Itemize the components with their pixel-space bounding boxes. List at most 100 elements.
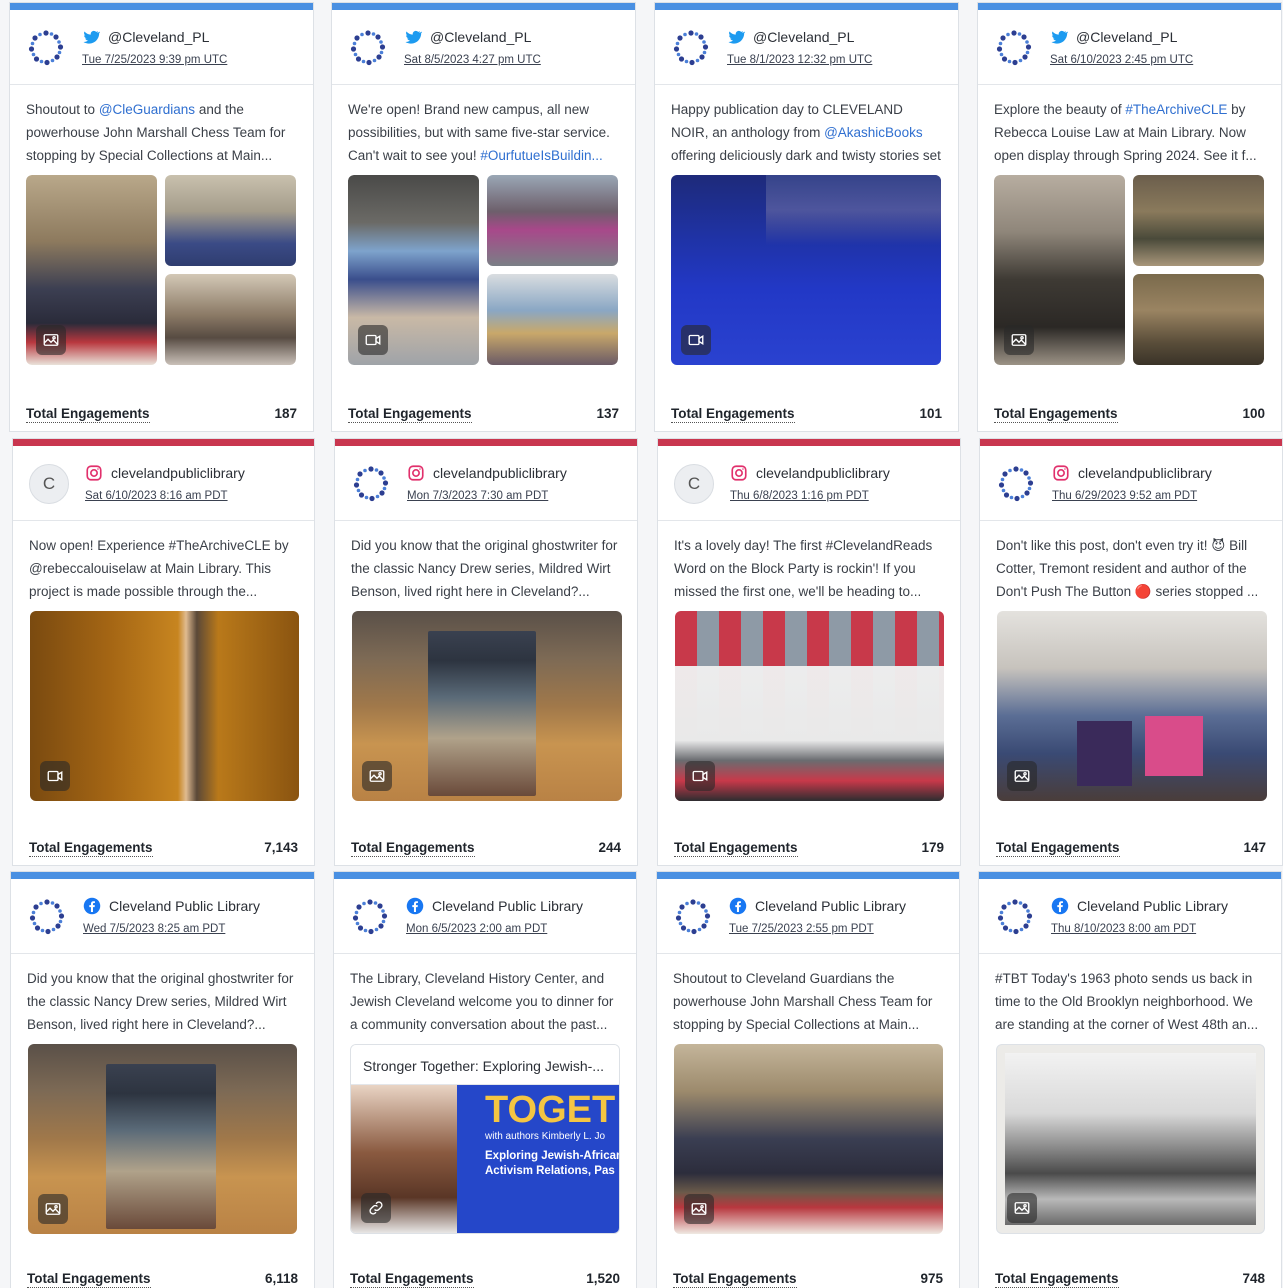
- post-card[interactable]: Cleveland Public Library Wed 7/5/2023 8:…: [10, 871, 315, 1288]
- photo-hanging-flowers[interactable]: [1133, 274, 1264, 365]
- account-handle[interactable]: Cleveland Public Library: [755, 898, 906, 914]
- post-date-link[interactable]: Mon 6/5/2023 2:00 am PDT: [406, 923, 547, 935]
- account-handle[interactable]: clevelandpubliclibrary: [756, 465, 890, 481]
- post-date-link[interactable]: Sat 8/5/2023 4:27 pm UTC: [404, 54, 541, 66]
- library-logo-avatar[interactable]: [350, 897, 390, 937]
- engagements-value: 244: [598, 840, 621, 855]
- library-logo-avatar[interactable]: [26, 28, 66, 68]
- library-logo-avatar[interactable]: [27, 897, 67, 937]
- post-card[interactable]: clevelandpubliclibrary Thu 6/29/2023 9:5…: [979, 438, 1283, 866]
- mention-link[interactable]: @CleGuardians: [99, 102, 195, 117]
- post-text: Happy publication day to CLEVELAND NOIR,…: [671, 102, 941, 163]
- post-card[interactable]: Cleveland Public Library Mon 6/5/2023 2:…: [333, 871, 637, 1288]
- post-text: We're open! Brand new campus, all new po…: [348, 102, 610, 163]
- post-card[interactable]: clevelandpubliclibrary Mon 7/3/2023 7:30…: [334, 438, 638, 866]
- library-logo-avatar[interactable]: [348, 28, 388, 68]
- book-dont-touch: [1145, 716, 1203, 776]
- engagements-label: Total Engagements: [995, 1271, 1119, 1288]
- post-text: It's a lovely day! The first #ClevelandR…: [674, 538, 933, 599]
- post-date-link[interactable]: Mon 7/3/2023 7:30 am PDT: [407, 490, 548, 502]
- account-handle[interactable]: @Cleveland_PL: [430, 29, 531, 45]
- media-grid[interactable]: [26, 175, 296, 365]
- media-grid[interactable]: [348, 175, 618, 365]
- media-grid[interactable]: [994, 175, 1264, 365]
- post-header: @Cleveland_PL Sat 6/10/2023 2:45 pm UTC: [978, 10, 1281, 85]
- post-date-link[interactable]: Sat 6/10/2023 8:16 am PDT: [85, 490, 228, 502]
- post-date-link[interactable]: Thu 6/8/2023 1:16 pm PDT: [730, 490, 869, 502]
- instagram-icon: [408, 465, 424, 481]
- post-card[interactable]: C clevelandpubliclibrary Sat 6/10/2023 8…: [12, 438, 315, 866]
- post-date-link[interactable]: Wed 7/5/2023 8:25 am PDT: [83, 923, 225, 935]
- post-date-link[interactable]: Thu 6/29/2023 9:52 am PDT: [1052, 490, 1197, 502]
- image-thumbnail[interactable]: [997, 611, 1267, 801]
- image-thumbnail[interactable]: [674, 1044, 943, 1234]
- library-logo-avatar[interactable]: [673, 897, 713, 937]
- account-handle[interactable]: Cleveland Public Library: [432, 898, 583, 914]
- image-type-icon: [1007, 761, 1037, 791]
- account-handle[interactable]: clevelandpubliclibrary: [111, 465, 245, 481]
- image-type-icon: [684, 1194, 714, 1224]
- post-card[interactable]: C clevelandpubliclibrary Thu 6/8/2023 1:…: [657, 438, 961, 866]
- link-preview[interactable]: Stronger Together: Exploring Jewish-... …: [350, 1044, 620, 1234]
- library-logo-avatar[interactable]: [996, 464, 1036, 504]
- account-handle[interactable]: @Cleveland_PL: [108, 29, 209, 45]
- engagements-value: 100: [1242, 406, 1265, 421]
- event-graphic: TOGET with authors Kimberly L. Jo Explor…: [457, 1085, 619, 1233]
- engagements-label: Total Engagements: [673, 1271, 797, 1288]
- post-card[interactable]: @Cleveland_PL Sat 8/5/2023 4:27 pm UTC W…: [331, 2, 636, 432]
- engagements-value: 179: [921, 840, 944, 855]
- platform-bar: [334, 872, 636, 879]
- engagements-value: 137: [596, 406, 619, 421]
- post-card[interactable]: Cleveland Public Library Thu 8/10/2023 8…: [978, 871, 1282, 1288]
- photo-room[interactable]: [165, 175, 296, 266]
- post-text: The Library, Cleveland History Center, a…: [350, 971, 614, 1032]
- engagements-value: 7,143: [264, 840, 298, 855]
- image-thumbnail[interactable]: [28, 1044, 297, 1234]
- photo-dancers[interactable]: [487, 175, 618, 266]
- hashtag-link[interactable]: #OurfutueIsBuildin...: [480, 148, 602, 163]
- photo-players[interactable]: [165, 274, 296, 365]
- post-card[interactable]: @Cleveland_PL Tue 8/1/2023 12:32 pm UTC …: [654, 2, 959, 432]
- video-thumbnail[interactable]: [671, 175, 941, 365]
- post-header: Cleveland Public Library Wed 7/5/2023 8:…: [11, 879, 314, 954]
- account-handle[interactable]: clevelandpubliclibrary: [433, 465, 567, 481]
- letter-avatar[interactable]: C: [674, 464, 714, 504]
- library-logo-avatar[interactable]: [994, 28, 1034, 68]
- engagements-value: 6,118: [264, 1271, 298, 1286]
- engagements-value: 1,520: [586, 1271, 620, 1286]
- hashtag-link[interactable]: #TheArchiveCLE: [1125, 102, 1227, 117]
- post-date-link[interactable]: Tue 8/1/2023 12:32 pm UTC: [727, 54, 872, 66]
- twitter-bird-icon: [728, 30, 745, 44]
- twitter-bird-icon: [405, 30, 422, 44]
- video-thumbnail[interactable]: [30, 611, 299, 801]
- engagements-value: 147: [1243, 840, 1266, 855]
- link-preview-title[interactable]: Stronger Together: Exploring Jewish-...: [351, 1045, 619, 1085]
- post-card[interactable]: @Cleveland_PL Sat 6/10/2023 2:45 pm UTC …: [977, 2, 1282, 432]
- library-logo-avatar[interactable]: [995, 897, 1035, 937]
- post-header: Cleveland Public Library Mon 6/5/2023 2:…: [334, 879, 636, 954]
- account-handle[interactable]: @Cleveland_PL: [1076, 29, 1177, 45]
- library-logo-avatar[interactable]: [351, 464, 391, 504]
- letter-avatar[interactable]: C: [29, 464, 69, 504]
- mention-link[interactable]: @AkashicBooks: [824, 125, 923, 140]
- account-handle[interactable]: clevelandpubliclibrary: [1078, 465, 1212, 481]
- post-text: #TBT Today's 1963 photo sends us back in…: [995, 971, 1259, 1032]
- post-date-link[interactable]: Tue 7/25/2023 2:55 pm PDT: [729, 923, 874, 935]
- account-handle[interactable]: @Cleveland_PL: [753, 29, 854, 45]
- account-handle[interactable]: Cleveland Public Library: [109, 898, 260, 914]
- photo-childrens-area[interactable]: [487, 274, 618, 365]
- post-date-link[interactable]: Sat 6/10/2023 2:45 pm UTC: [1050, 54, 1193, 66]
- video-thumbnail[interactable]: [675, 611, 944, 801]
- image-thumbnail[interactable]: [996, 1044, 1265, 1234]
- post-date-link[interactable]: Tue 7/25/2023 9:39 pm UTC: [82, 54, 227, 66]
- event-headline: TOGET: [485, 1089, 616, 1131]
- photo-flower-installation[interactable]: [1133, 175, 1264, 266]
- image-thumbnail[interactable]: [352, 611, 622, 801]
- engagements-label: Total Engagements: [996, 840, 1120, 857]
- post-card[interactable]: Cleveland Public Library Tue 7/25/2023 2…: [656, 871, 960, 1288]
- post-card[interactable]: @Cleveland_PL Tue 7/25/2023 9:39 pm UTC …: [9, 2, 314, 432]
- book-dont-push: [1077, 721, 1132, 786]
- library-logo-avatar[interactable]: [671, 28, 711, 68]
- post-date-link[interactable]: Thu 8/10/2023 8:00 am PDT: [1051, 923, 1196, 935]
- account-handle[interactable]: Cleveland Public Library: [1077, 898, 1228, 914]
